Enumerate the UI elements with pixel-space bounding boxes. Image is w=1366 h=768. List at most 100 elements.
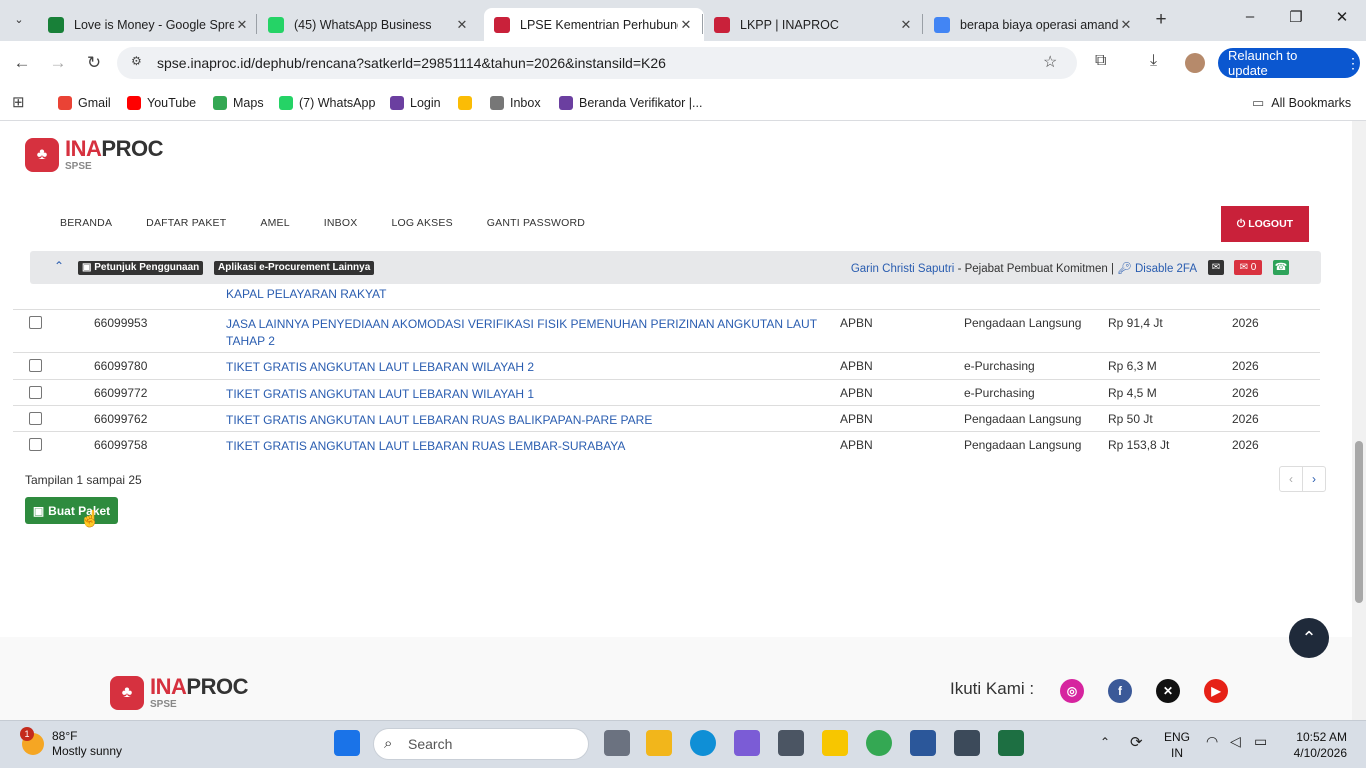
- bookmark-item[interactable]: Inbox: [490, 93, 541, 113]
- sync-icon[interactable]: ⟳: [1130, 733, 1143, 751]
- extensions-icon[interactable]: ⧉: [1095, 52, 1106, 70]
- package-name-link[interactable]: TIKET GRATIS ANGKUTAN LAUT LEBARAN WILAY…: [226, 386, 826, 403]
- chat-icon[interactable]: ☎: [1273, 260, 1289, 275]
- browser-tab[interactable]: LPSE Kementrian Perhubung ✕: [484, 8, 704, 41]
- menu-item[interactable]: GANTI PASSWORD: [487, 217, 585, 229]
- bookmark-item[interactable]: [458, 93, 478, 113]
- excel-icon[interactable]: [998, 730, 1024, 756]
- browser-tab[interactable]: LKPP | INAPROC ✕: [704, 8, 924, 41]
- lang-eng: ENG: [1164, 730, 1191, 744]
- menu-item[interactable]: AMEL: [260, 217, 289, 229]
- package-name-link[interactable]: JASA LAINNYA PENYEDIAAN AKOMODASI VERIFI…: [226, 316, 826, 350]
- search-placeholder: Search: [408, 736, 453, 752]
- x-twitter-icon[interactable]: ✕: [1156, 679, 1180, 703]
- logo-text-proc: PROC: [101, 136, 163, 161]
- bookmark-item[interactable]: Beranda Verifikator |...: [559, 93, 702, 113]
- url-bar[interactable]: ⚙ spse.inaproc.id/dephub/rencana?satkerl…: [117, 47, 1077, 79]
- relaunch-button[interactable]: Relaunch to update ⋮: [1218, 48, 1360, 78]
- menu-item[interactable]: LOG AKSES: [391, 217, 452, 229]
- menu-item[interactable]: INBOX: [324, 217, 358, 229]
- next-page-button[interactable]: ›: [1302, 467, 1325, 491]
- tab-search-icon[interactable]: ⌄: [8, 9, 30, 31]
- bookmark-item[interactable]: Maps: [213, 93, 264, 113]
- mail-count-badge[interactable]: ✉ 0: [1234, 260, 1262, 275]
- facebook-icon[interactable]: f: [1108, 679, 1132, 703]
- more-menu-icon[interactable]: ⋮: [1346, 55, 1360, 72]
- maximize-button[interactable]: ❐: [1276, 8, 1316, 32]
- calculator-icon[interactable]: [954, 730, 980, 756]
- tray-chevron-icon[interactable]: ⌃: [1100, 735, 1110, 749]
- message-icon[interactable]: ✉: [1208, 260, 1224, 275]
- procurement-method: Pengadaan Langsung: [964, 438, 1082, 452]
- bookmark-item[interactable]: YouTube: [127, 93, 196, 113]
- browser-tab[interactable]: Love is Money - Google Spre ✕: [38, 8, 260, 41]
- wifi-icon[interactable]: ◠: [1206, 733, 1218, 750]
- task-view-icon[interactable]: [604, 730, 630, 756]
- forward-button[interactable]: →: [44, 49, 72, 77]
- bookmark-item[interactable]: Gmail: [58, 93, 111, 113]
- page-scrollbar[interactable]: [1352, 121, 1366, 720]
- bookmark-item[interactable]: Login: [390, 93, 441, 113]
- site-info-icon[interactable]: ⚙: [131, 54, 142, 68]
- table-info: Tampilan 1 sampai 25: [25, 473, 142, 487]
- start-button[interactable]: [334, 730, 360, 756]
- downloads-icon[interactable]: ⤓: [1150, 52, 1157, 70]
- close-tab-icon[interactable]: ✕: [234, 17, 250, 33]
- collapse-up-icon[interactable]: ⌃: [54, 259, 64, 273]
- battery-icon[interactable]: ▭: [1254, 733, 1267, 750]
- weather-widget[interactable]: 1 88°F Mostly sunny: [20, 727, 122, 759]
- browser-tab[interactable]: berapa biaya operasi amand ✕: [924, 8, 1144, 41]
- close-tab-icon[interactable]: ✕: [454, 17, 470, 33]
- chrome-icon[interactable]: [866, 730, 892, 756]
- package-name: TIKET GRATIS ANGKUTAN LAUT LEBARAN RUAS …: [226, 413, 653, 427]
- scroll-to-top-button[interactable]: ⌃: [1289, 618, 1329, 658]
- instagram-icon[interactable]: ◎: [1060, 679, 1084, 703]
- youtube-icon[interactable]: ▶: [1204, 679, 1228, 703]
- menu-item[interactable]: DAFTAR PAKET: [146, 217, 226, 229]
- row-checkbox[interactable]: [29, 438, 42, 451]
- bookmark-star-icon[interactable]: ☆: [1043, 52, 1057, 72]
- taskbar-search[interactable]: ⌕ Search: [373, 728, 589, 760]
- apps-grid-icon[interactable]: ⊞: [12, 93, 25, 111]
- package-name-link[interactable]: TIKET GRATIS ANGKUTAN LAUT LEBARAN RUAS …: [226, 438, 826, 455]
- close-tab-icon[interactable]: ✕: [1118, 17, 1134, 33]
- new-tab-button[interactable]: +: [1150, 8, 1172, 32]
- inaproc-logo[interactable]: ♣ INAPROC SPSE: [25, 138, 163, 172]
- row-checkbox[interactable]: [29, 412, 42, 425]
- clock[interactable]: 10:52 AM 4/10/2026: [1291, 729, 1347, 761]
- copilot-icon[interactable]: [734, 730, 760, 756]
- aplikasi-label: Aplikasi e-Procurement Lainnya: [218, 262, 371, 273]
- profile-avatar[interactable]: [1185, 53, 1205, 73]
- all-bookmarks[interactable]: ▭ All Bookmarks: [1252, 93, 1351, 113]
- row-checkbox[interactable]: [29, 386, 42, 399]
- browser-tab[interactable]: (45) WhatsApp Business ✕: [258, 8, 480, 41]
- volume-icon[interactable]: ◁: [1230, 733, 1241, 750]
- aplikasi-eproc-link[interactable]: Aplikasi e-Procurement Lainnya: [214, 261, 375, 275]
- minimize-button[interactable]: –: [1230, 8, 1270, 32]
- reload-button[interactable]: ↻: [80, 49, 108, 77]
- buat-paket-button[interactable]: ▣ Buat Paket: [25, 497, 118, 524]
- menu-item[interactable]: BERANDA: [60, 217, 112, 229]
- file-explorer-icon[interactable]: [646, 730, 672, 756]
- camera-icon[interactable]: [778, 730, 804, 756]
- close-window-button[interactable]: ✕: [1322, 8, 1362, 32]
- prev-page-button[interactable]: ‹: [1280, 467, 1302, 491]
- language-indicator[interactable]: ENG IN: [1164, 729, 1190, 761]
- word-icon[interactable]: [910, 730, 936, 756]
- scrollbar-thumb[interactable]: [1355, 441, 1363, 603]
- logout-button[interactable]: ⏻ LOGOUT: [1221, 206, 1309, 242]
- sticky-notes-icon[interactable]: [822, 730, 848, 756]
- row-checkbox[interactable]: [29, 359, 42, 372]
- package-name-link[interactable]: TIKET GRATIS ANGKUTAN LAUT LEBARAN RUAS …: [226, 412, 826, 429]
- bookmark-item[interactable]: (7) WhatsApp: [279, 93, 375, 113]
- user-name-link[interactable]: Garin Christi Saputri: [851, 263, 955, 275]
- edge-icon[interactable]: [690, 730, 716, 756]
- close-tab-icon[interactable]: ✕: [898, 17, 914, 33]
- row-checkbox[interactable]: [29, 316, 42, 329]
- close-tab-icon[interactable]: ✕: [678, 17, 694, 33]
- partial-row-text[interactable]: KAPAL PELAYARAN RAKYAT: [226, 289, 387, 303]
- package-name-link[interactable]: TIKET GRATIS ANGKUTAN LAUT LEBARAN WILAY…: [226, 359, 826, 376]
- back-button[interactable]: ←: [8, 49, 36, 77]
- petunjuk-penggunaan-link[interactable]: ▣ Petunjuk Penggunaan: [78, 261, 204, 275]
- disable-2fa-link[interactable]: 🔑︎ Disable 2FA: [1117, 263, 1197, 275]
